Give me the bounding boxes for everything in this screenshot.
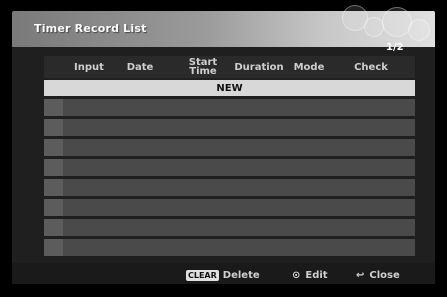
column-header-start-time: Start Time (188, 57, 218, 77)
window-title: Timer Record List (34, 22, 147, 35)
table-row[interactable] (44, 179, 415, 196)
row-index-cell (44, 239, 63, 256)
edit-label: Edit (305, 270, 328, 281)
enter-icon: ⊙ (292, 270, 301, 281)
return-icon: ↩ (356, 270, 365, 281)
clear-button-icon: CLEAR (186, 270, 219, 281)
row-index-cell (44, 99, 63, 116)
table-row[interactable] (44, 219, 415, 236)
close-label: Close (369, 270, 400, 281)
decor-bubble (364, 17, 384, 37)
table-row[interactable] (44, 199, 415, 216)
column-header-date: Date (126, 61, 154, 73)
table-row[interactable] (44, 99, 415, 116)
new-entry-row[interactable]: NEW (44, 80, 415, 96)
edit-action[interactable]: ⊙ Edit (292, 270, 328, 281)
table-row[interactable] (44, 119, 415, 136)
delete-action[interactable]: CLEAR Delete (186, 270, 260, 281)
row-index-cell (44, 179, 63, 196)
page-indicator: 1/2 (386, 42, 404, 53)
delete-label: Delete (222, 270, 260, 281)
decor-bubble (408, 19, 430, 41)
row-index-cell (44, 119, 63, 136)
table-row[interactable] (44, 139, 415, 156)
table-row[interactable] (44, 239, 415, 256)
column-header-input: Input (74, 61, 104, 73)
row-index-cell (44, 159, 63, 176)
table-header: Input Date Start Time Duration Mode Check (44, 56, 415, 78)
column-header-duration: Duration (234, 61, 284, 73)
table-row[interactable] (44, 159, 415, 176)
close-action[interactable]: ↩ Close (356, 270, 400, 281)
row-index-cell (44, 219, 63, 236)
row-index-cell (44, 139, 63, 156)
row-index-cell (44, 199, 63, 216)
column-header-check: Check (354, 61, 388, 73)
column-header-mode: Mode (293, 61, 325, 73)
